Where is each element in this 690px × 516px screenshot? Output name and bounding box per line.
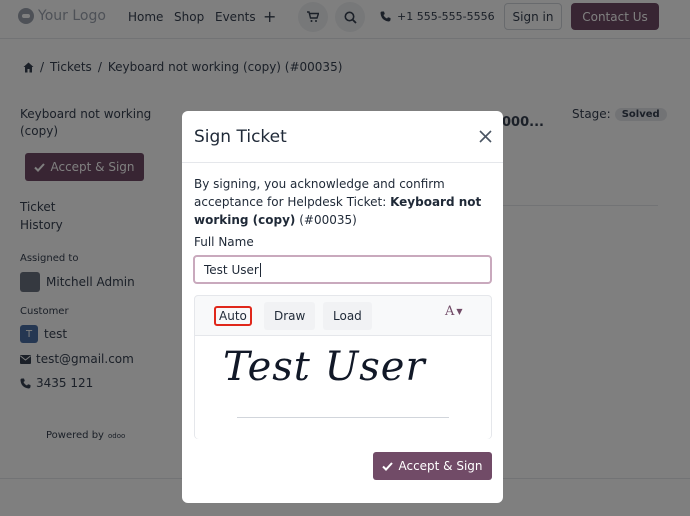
signature-toolbar: Auto Draw Load A ▼ xyxy=(195,296,491,336)
sign-ticket-dialog: Sign Ticket By signing, you acknowledge … xyxy=(182,111,503,503)
text-caret xyxy=(259,262,261,277)
signature-preview: Test User xyxy=(223,344,426,390)
signature-baseline xyxy=(237,417,449,418)
dialog-description: By signing, you acknowledge and confirm … xyxy=(194,175,492,229)
accept-sign-button[interactable]: Accept & Sign xyxy=(373,452,492,480)
tab-load[interactable]: Load xyxy=(323,302,372,330)
dialog-header: Sign Ticket xyxy=(182,111,503,163)
font-select-button[interactable]: A ▼ xyxy=(445,304,463,319)
full-name-input[interactable]: Test User xyxy=(193,255,492,284)
full-name-value: Test User xyxy=(204,262,259,277)
signature-canvas[interactable]: Test User xyxy=(195,336,491,439)
close-icon xyxy=(478,129,492,143)
check-icon xyxy=(382,461,394,471)
caret-down-icon: ▼ xyxy=(456,307,463,316)
font-icon: A xyxy=(445,304,455,319)
tab-auto[interactable]: Auto xyxy=(214,306,252,326)
dialog-title: Sign Ticket xyxy=(194,127,287,147)
full-name-label: Full Name xyxy=(194,235,254,249)
accept-sign-label: Accept & Sign xyxy=(398,459,483,473)
dialog-ticket-ref: (#00035) xyxy=(299,213,357,227)
close-button[interactable] xyxy=(474,125,496,147)
tab-draw[interactable]: Draw xyxy=(264,302,316,330)
signature-box: Auto Draw Load A ▼ Test User xyxy=(194,295,492,439)
